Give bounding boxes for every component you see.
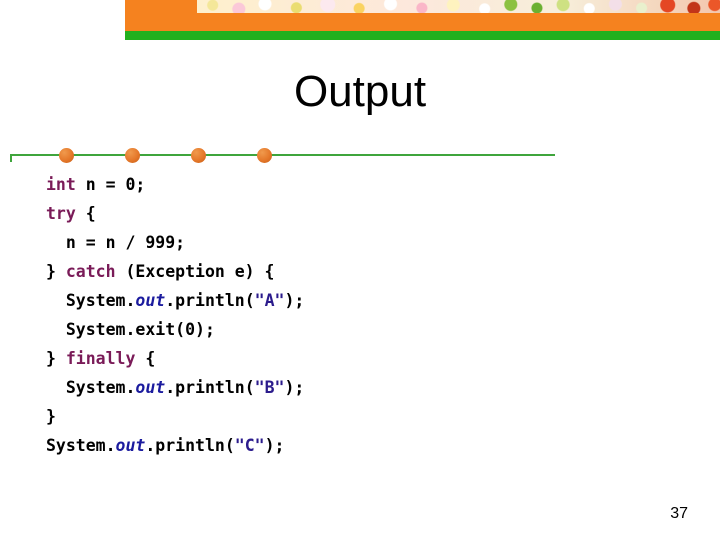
divider-dot [59, 148, 74, 163]
code-text: ); [284, 378, 305, 397]
code-line: try { [46, 199, 646, 228]
code-text: } [46, 262, 66, 281]
code-line: } [46, 402, 646, 431]
divider-dot [125, 148, 140, 163]
code-field: out [135, 291, 166, 310]
code-line: } catch (Exception e) { [46, 257, 646, 286]
code-text: } [46, 407, 56, 426]
slide-header-banner [125, 0, 720, 40]
code-text: n = n / 999; [65, 233, 186, 252]
code-string: "A" [254, 291, 285, 310]
header-green-bar [125, 31, 720, 40]
divider-line [10, 154, 555, 156]
code-line: n = n / 999; [46, 228, 646, 257]
code-text: ); [264, 436, 285, 455]
code-string: "B" [254, 378, 285, 397]
header-photo-strip-image [197, 0, 720, 13]
page-number: 37 [670, 505, 688, 522]
code-text: } [46, 349, 66, 368]
code-text: .println( [165, 378, 255, 397]
code-text: .println( [165, 291, 255, 310]
page-title: Output [293, 67, 427, 116]
code-line: System.out.println("A"); [46, 286, 646, 315]
divider [10, 146, 555, 164]
code-text: System. [65, 291, 136, 310]
code-line: int n = 0; [46, 170, 646, 199]
code-keyword: try [46, 204, 76, 223]
code-keyword: catch [65, 262, 116, 281]
code-listing: int n = 0; try { n = n / 999;} catch (Exc… [46, 170, 646, 460]
code-string: "C" [234, 436, 265, 455]
code-text: System.exit(0); [65, 320, 215, 339]
code-line: System.exit(0); [46, 315, 646, 344]
code-text: n = 0; [75, 175, 146, 194]
code-text: { [135, 349, 156, 368]
code-text: System. [65, 378, 136, 397]
divider-end-tick [10, 154, 12, 162]
code-text: { [75, 204, 96, 223]
divider-dot [257, 148, 272, 163]
code-field: out [135, 378, 166, 397]
code-line: } finally { [46, 344, 646, 373]
code-field: out [115, 436, 146, 455]
code-keyword: int [46, 175, 76, 194]
code-text: (Exception e) { [115, 262, 275, 281]
code-line: System.out.println("B"); [46, 373, 646, 402]
header-photo-strip [197, 0, 720, 13]
code-keyword: finally [65, 349, 136, 368]
divider-dot [191, 148, 206, 163]
code-text: .println( [145, 436, 235, 455]
code-line: System.out.println("C"); [46, 431, 646, 460]
code-text: System. [46, 436, 116, 455]
code-text: ); [284, 291, 305, 310]
